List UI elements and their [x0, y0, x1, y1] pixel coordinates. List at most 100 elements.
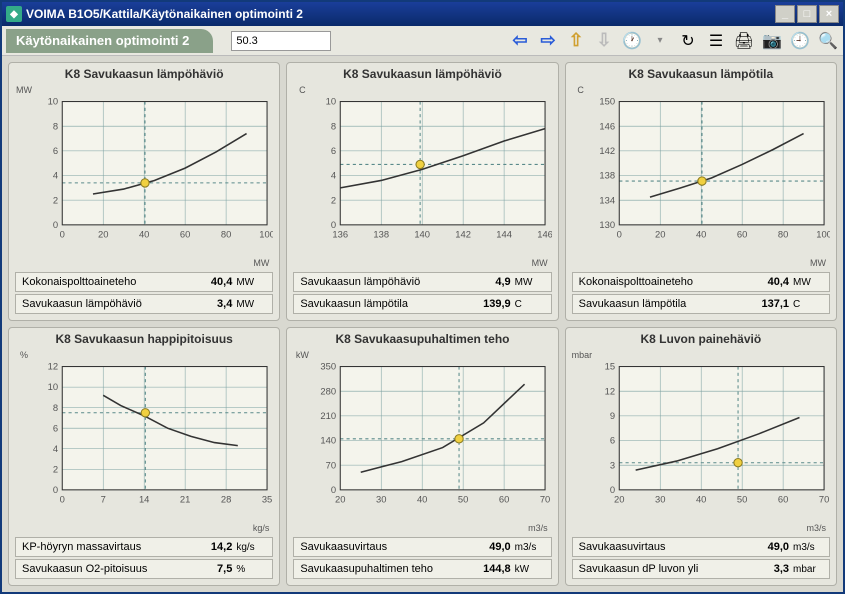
x-axis-label: MW: [293, 258, 551, 268]
chart-area: % 0714212835024681012: [15, 348, 273, 523]
svg-text:60: 60: [180, 228, 190, 239]
chart-panel: K8 Savukaasun lämpöhäviö MW 020406080100…: [8, 62, 280, 321]
forward-icon[interactable]: ⇨: [537, 30, 559, 52]
maximize-button[interactable]: □: [797, 5, 817, 23]
history-icon[interactable]: 🕘: [789, 30, 811, 52]
clock-dropdown-icon[interactable]: ▾: [649, 30, 671, 52]
svg-text:10: 10: [326, 96, 336, 107]
info-unit: C: [511, 299, 545, 310]
svg-text:130: 130: [599, 219, 615, 230]
info-value: 3,3: [749, 563, 789, 575]
chart-area: C 1361381401421441460246810: [293, 83, 551, 258]
info-label: Kokonaispolttoaineteho: [22, 276, 192, 288]
svg-text:6: 6: [610, 435, 615, 446]
svg-text:8: 8: [53, 402, 58, 413]
info-unit: kW: [511, 564, 545, 575]
svg-text:136: 136: [333, 228, 349, 239]
info-unit: C: [789, 299, 823, 310]
chart-plot: 0714212835024681012: [33, 348, 273, 523]
chart-panel: K8 Savukaasun lämpöhäviö C 1361381401421…: [286, 62, 558, 321]
info-unit: MW: [232, 277, 266, 288]
svg-text:0: 0: [53, 484, 58, 495]
content-grid: K8 Savukaasun lämpöhäviö MW 020406080100…: [2, 56, 843, 592]
svg-text:10: 10: [48, 381, 58, 392]
svg-text:2: 2: [53, 463, 58, 474]
svg-text:9: 9: [610, 410, 615, 421]
svg-text:40: 40: [696, 228, 706, 239]
y-axis-label: kW: [293, 348, 311, 523]
minimize-button[interactable]: _: [775, 5, 795, 23]
svg-text:144: 144: [497, 228, 513, 239]
info-label: Savukaasuvirtaus: [579, 541, 749, 553]
svg-text:7: 7: [101, 493, 106, 504]
svg-text:20: 20: [614, 493, 624, 504]
svg-text:12: 12: [48, 361, 58, 372]
chart-title: K8 Savukaasun lämpötila: [572, 67, 830, 81]
svg-text:100: 100: [816, 228, 830, 239]
svg-text:60: 60: [737, 228, 747, 239]
svg-text:50: 50: [458, 493, 468, 504]
info-row: Savukaasun lämpötila 139,9 C: [293, 294, 551, 314]
svg-text:50: 50: [737, 493, 747, 504]
up-icon[interactable]: ⇧: [565, 30, 587, 52]
info-row: Savukaasun lämpöhäviö 4,9 MW: [293, 272, 551, 292]
info-table: Kokonaispolttoaineteho 40,4 MW Savukaasu…: [572, 272, 830, 316]
svg-text:12: 12: [604, 385, 614, 396]
chart-area: kW 203040506070070140210280350: [293, 348, 551, 523]
info-value: 49,0: [749, 541, 789, 553]
refresh-icon[interactable]: ↻: [677, 30, 699, 52]
clock-icon[interactable]: 🕐: [621, 30, 643, 52]
x-axis-label: kg/s: [15, 523, 273, 533]
down-icon: ⇩: [593, 30, 615, 52]
info-table: Savukaasun lämpöhäviö 4,9 MW Savukaasun …: [293, 272, 551, 316]
value-input[interactable]: [231, 31, 331, 51]
chart-panel: K8 Savukaasun lämpötila C 02040608010013…: [565, 62, 837, 321]
back-icon[interactable]: ⇦: [509, 30, 531, 52]
info-value: 49,0: [471, 541, 511, 553]
svg-text:15: 15: [604, 361, 614, 372]
svg-text:0: 0: [60, 228, 65, 239]
svg-text:30: 30: [655, 493, 665, 504]
info-row: Savukaasupuhaltimen teho 144,8 kW: [293, 559, 551, 579]
info-table: Kokonaispolttoaineteho 40,4 MW Savukaasu…: [15, 272, 273, 316]
svg-text:8: 8: [53, 120, 58, 131]
svg-text:134: 134: [599, 194, 615, 205]
svg-text:138: 138: [374, 228, 390, 239]
search-icon[interactable]: 🔍: [817, 30, 839, 52]
info-row: Savukaasuvirtaus 49,0 m3/s: [293, 537, 551, 557]
svg-text:0: 0: [610, 484, 615, 495]
x-axis-label: MW: [15, 258, 273, 268]
info-label: Savukaasupuhaltimen teho: [300, 563, 470, 575]
info-value: 3,4: [192, 298, 232, 310]
app-window: ◆ VOIMA B1O5/Kattila/Käytönaikainen opti…: [0, 0, 845, 594]
camera-icon[interactable]: 📷: [761, 30, 783, 52]
svg-text:80: 80: [221, 228, 231, 239]
svg-text:35: 35: [262, 493, 272, 504]
print-icon[interactable]: 🖨: [733, 30, 755, 52]
info-label: KP-höyryn massavirtaus: [22, 541, 192, 553]
info-value: 137,1: [749, 298, 789, 310]
chart-title: K8 Savukaasun happipitoisuus: [15, 332, 273, 346]
svg-text:0: 0: [331, 219, 336, 230]
y-axis-label: mbar: [572, 348, 590, 523]
svg-text:0: 0: [331, 484, 336, 495]
svg-text:2: 2: [53, 194, 58, 205]
info-label: Savukaasun lämpötila: [579, 298, 749, 310]
tree-icon[interactable]: ☰: [705, 30, 727, 52]
close-button[interactable]: ×: [819, 5, 839, 23]
svg-text:138: 138: [599, 170, 615, 181]
info-row: Savukaasuvirtaus 49,0 m3/s: [572, 537, 830, 557]
info-unit: mbar: [789, 564, 823, 575]
x-axis-label: m3/s: [572, 523, 830, 533]
svg-text:40: 40: [417, 493, 427, 504]
info-label: Savukaasun lämpöhäviö: [22, 298, 192, 310]
titlebar: ◆ VOIMA B1O5/Kattila/Käytönaikainen opti…: [2, 2, 843, 26]
chart-plot: 20304050607003691215: [590, 348, 830, 523]
info-row: Savukaasun lämpöhäviö 3,4 MW: [15, 294, 273, 314]
svg-text:8: 8: [331, 120, 336, 131]
app-icon: ◆: [6, 6, 22, 22]
info-value: 7,5: [192, 563, 232, 575]
info-row: KP-höyryn massavirtaus 14,2 kg/s: [15, 537, 273, 557]
svg-text:40: 40: [139, 228, 149, 239]
svg-text:142: 142: [599, 145, 615, 156]
